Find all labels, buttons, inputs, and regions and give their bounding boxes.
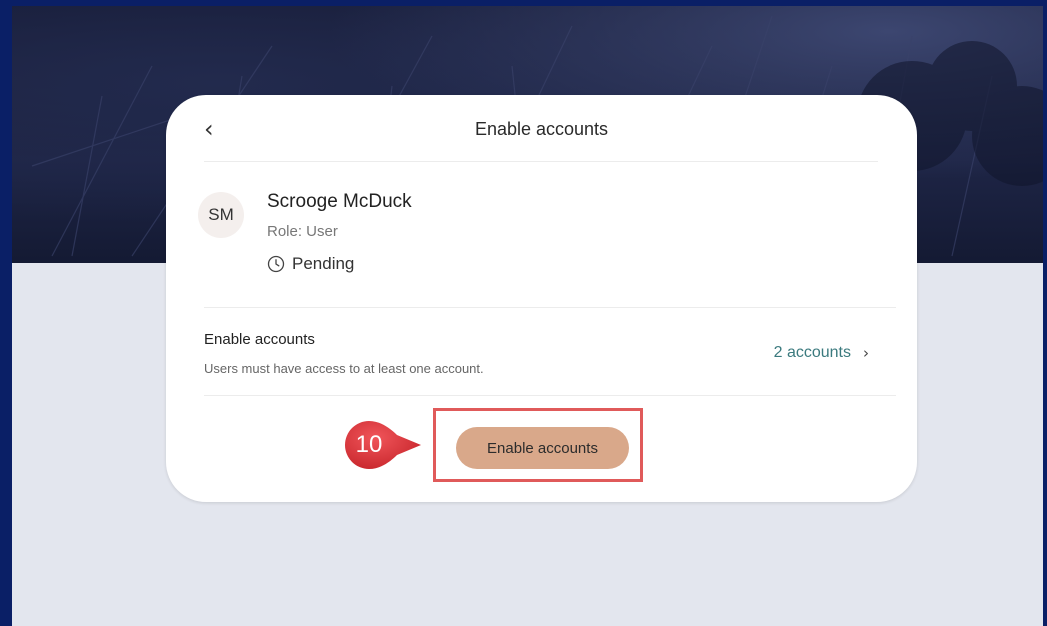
section-title: Enable accounts <box>204 331 315 348</box>
accounts-count: 2 accounts <box>773 344 851 361</box>
header-divider <box>204 161 878 162</box>
enable-accounts-button[interactable]: Enable accounts <box>456 427 629 469</box>
status-label: Pending <box>292 254 355 273</box>
chevron-right-icon: › <box>863 344 869 362</box>
section-description: Users must have access to at least one a… <box>204 361 484 376</box>
user-name: Scrooge McDuck <box>267 191 412 212</box>
section-divider-bottom <box>204 395 896 396</box>
enable-accounts-dialog: ‹ Enable accounts SM Scrooge McDuck Role… <box>166 95 917 502</box>
status-badge: Pending <box>267 254 354 274</box>
accounts-link[interactable]: 2 accounts › <box>774 344 869 362</box>
clock-icon <box>267 255 285 273</box>
app-frame: ‹ Enable accounts SM Scrooge McDuck Role… <box>12 6 1043 626</box>
user-role: Role: User <box>267 223 338 240</box>
step-number: 10 <box>355 431 383 458</box>
step-callout: 10 <box>341 417 425 473</box>
avatar: SM <box>198 192 244 238</box>
dialog-title: Enable accounts <box>474 119 609 139</box>
section-divider-top <box>204 307 896 308</box>
